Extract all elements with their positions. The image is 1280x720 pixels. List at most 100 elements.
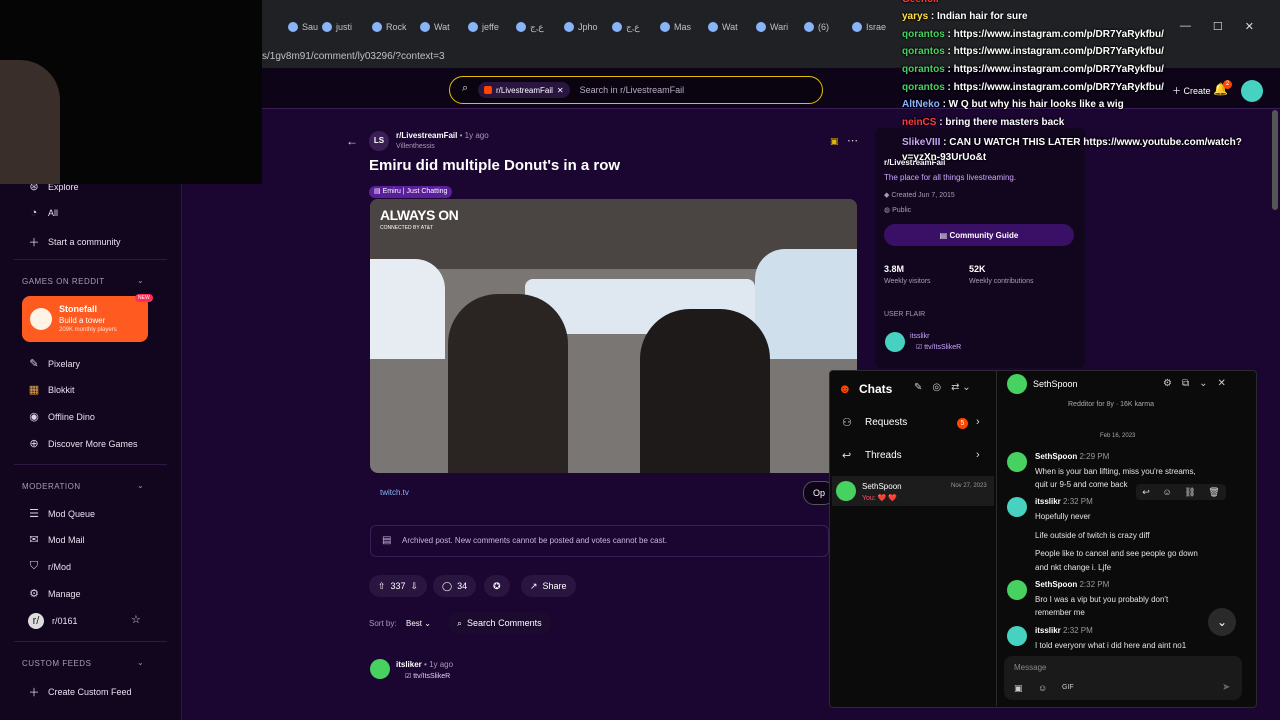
- new-chat-icon[interactable]: ◎: [932, 382, 941, 393]
- sort-dropdown[interactable]: Best ⌄: [406, 619, 431, 628]
- post-link[interactable]: twitch.tv: [380, 488, 409, 497]
- star-icon[interactable]: ☆: [131, 613, 141, 626]
- comment-avatar[interactable]: [370, 659, 390, 679]
- scroll-down-button[interactable]: ⌄: [1208, 608, 1236, 636]
- image-icon[interactable]: ▣: [1014, 683, 1023, 694]
- browser-tab[interactable]: Wari: [756, 18, 788, 36]
- flair-username: itsslikr: [910, 333, 930, 340]
- weekly-visitors-label: Weekly visitors: [884, 278, 931, 285]
- mail-icon: ✉: [29, 534, 39, 546]
- video-player[interactable]: ALWAYS ON CONNECTED BY AT&T: [370, 199, 857, 473]
- game-pixelary[interactable]: ✎ Pixelary: [28, 357, 80, 370]
- gif-button[interactable]: GIF: [1062, 684, 1074, 691]
- mod-queue[interactable]: ☰ Mod Queue: [28, 507, 95, 520]
- browser-tab[interactable]: Sau: [288, 18, 318, 36]
- game-blokkit[interactable]: ▦ Blokkit: [28, 383, 75, 396]
- browser-tab[interactable]: justi: [322, 18, 352, 36]
- message-author[interactable]: SethSpoon 2:29 PM: [1035, 452, 1109, 461]
- message-author[interactable]: itsslikr 2:32 PM: [1035, 497, 1093, 506]
- browser-tab[interactable]: Wat: [708, 18, 738, 36]
- divider: [14, 464, 167, 465]
- stonefall-game-card[interactable]: Stonefall Build a tower 209K monthly pla…: [22, 294, 153, 342]
- conversation-item[interactable]: [832, 476, 994, 506]
- message-author[interactable]: itsslikr 2:32 PM: [1035, 626, 1093, 635]
- comment-age: 1y ago: [429, 660, 454, 669]
- url-text[interactable]: s/1gv8m91/comment/ly03296/?context=3: [262, 51, 445, 62]
- trash-icon[interactable]: 🗑: [1208, 487, 1219, 498]
- search-comments-button[interactable]: ⌕ Search Comments: [448, 612, 551, 634]
- create-custom-feed[interactable]: ＋ Create Custom Feed: [28, 684, 132, 700]
- tab-favicon-icon: [852, 22, 862, 32]
- search-community-chip[interactable]: r/LivestreamFail ✕: [478, 82, 570, 98]
- emoji-icon[interactable]: ☺: [1038, 683, 1047, 693]
- compose-icon[interactable]: ✎: [914, 382, 922, 393]
- open-label: Op: [813, 488, 826, 498]
- award-button[interactable]: ✪: [484, 575, 510, 597]
- search-input[interactable]: Search in r/LivestreamFail: [580, 85, 685, 95]
- browser-tab[interactable]: (6): [804, 18, 829, 36]
- nav-start-community[interactable]: ＋ Start a community: [28, 234, 121, 250]
- browser-tab[interactable]: Rock: [372, 18, 407, 36]
- requests-row[interactable]: Requests: [865, 417, 907, 428]
- post-author[interactable]: Villenthessis: [396, 143, 435, 150]
- browser-tab[interactable]: Wat: [420, 18, 450, 36]
- discover-games[interactable]: ⊕ Discover More Games: [28, 437, 137, 450]
- games-section-header[interactable]: GAMES ON REDDIT ⌄: [22, 276, 144, 286]
- flair-text: ☑ ttv/ItsSlikeR: [916, 343, 961, 351]
- open-chat-avatar[interactable]: [1007, 374, 1027, 394]
- search-bar[interactable]: ⌕ r/LivestreamFail ✕ Search in r/Livestr…: [449, 76, 823, 104]
- community-guide-button[interactable]: ▤ Community Guide: [884, 224, 1074, 246]
- chevron-right-icon[interactable]: ›: [976, 416, 980, 428]
- browser-tab[interactable]: jeffe: [468, 18, 499, 36]
- gear-icon[interactable]: ⚙: [1163, 378, 1172, 389]
- message-avatar[interactable]: [1007, 497, 1027, 517]
- chevron-down-icon[interactable]: ⌄: [1199, 378, 1207, 389]
- send-icon[interactable]: ➤: [1222, 682, 1230, 693]
- threads-row[interactable]: Threads: [865, 450, 902, 461]
- chat-username: qorantos: [902, 46, 945, 57]
- custom-feeds-section-header[interactable]: CUSTOM FEEDS ⌄: [22, 658, 144, 668]
- vote-buttons[interactable]: ⇧ 337 ⇩: [369, 575, 428, 597]
- post-flair[interactable]: ▤ Emiru | Just Chatting: [369, 186, 453, 198]
- popout-icon[interactable]: ⧉: [1182, 378, 1189, 389]
- browser-tab[interactable]: ع,ج: [612, 18, 640, 36]
- video-person-left: [448, 294, 568, 473]
- page-scrollbar[interactable]: [1272, 110, 1278, 210]
- emoji-icon[interactable]: ☺: [1162, 487, 1171, 497]
- community-r-0161[interactable]: r/r/0161: [28, 613, 78, 629]
- upvote-icon[interactable]: ⇧: [378, 581, 386, 592]
- filter-icon[interactable]: ⇄ ⌄: [951, 382, 971, 393]
- browser-tab[interactable]: Mas: [660, 18, 691, 36]
- message-avatar[interactable]: [1007, 452, 1027, 472]
- browser-tab[interactable]: Jpho: [564, 18, 598, 36]
- downvote-icon[interactable]: ⇩: [411, 581, 419, 592]
- mod-mail[interactable]: ✉ Mod Mail: [28, 533, 84, 546]
- comment-author[interactable]: itsliker: [396, 660, 422, 669]
- message-avatar[interactable]: [1007, 626, 1027, 646]
- mod-manage[interactable]: ⚙ Manage: [28, 587, 80, 600]
- chat-list-pane: [829, 370, 997, 706]
- link-icon[interactable]: ⛓: [1184, 487, 1195, 498]
- comments-button[interactable]: ◯ 34: [433, 575, 477, 597]
- more-options-icon[interactable]: ⋯: [847, 134, 858, 147]
- message-author[interactable]: SethSpoon 2:32 PM: [1035, 580, 1109, 589]
- post-subreddit[interactable]: r/LivestreamFail • 1y ago: [396, 131, 489, 140]
- game-offline-dino[interactable]: ◉ Offline Dino: [28, 410, 95, 423]
- chip-close-icon[interactable]: ✕: [557, 86, 564, 95]
- message-avatar[interactable]: [1007, 580, 1027, 600]
- close-icon[interactable]: ✕: [1218, 378, 1226, 389]
- r-mod[interactable]: ⛉ r/Mod: [28, 560, 71, 573]
- subreddit-avatar[interactable]: LS: [369, 131, 389, 151]
- back-arrow-icon[interactable]: ←: [346, 134, 358, 148]
- message-input[interactable]: Message: [1014, 663, 1046, 672]
- nav-all[interactable]: ◔ All: [28, 207, 58, 219]
- share-button[interactable]: ↗ Share: [521, 575, 576, 597]
- open-chat-name[interactable]: SethSpoon: [1033, 379, 1078, 389]
- browser-tab[interactable]: ع,ج: [516, 18, 544, 36]
- chevron-right-icon[interactable]: ›: [976, 449, 980, 461]
- reply-icon[interactable]: ↩: [1142, 487, 1150, 498]
- moderation-section-header[interactable]: MODERATION ⌄: [22, 481, 144, 491]
- created-label: Created Jun 7, 2015: [891, 192, 955, 199]
- author-name: itsslikr: [1035, 497, 1064, 506]
- profile-meta: Redditor for 8y · 16K karma: [1068, 401, 1154, 408]
